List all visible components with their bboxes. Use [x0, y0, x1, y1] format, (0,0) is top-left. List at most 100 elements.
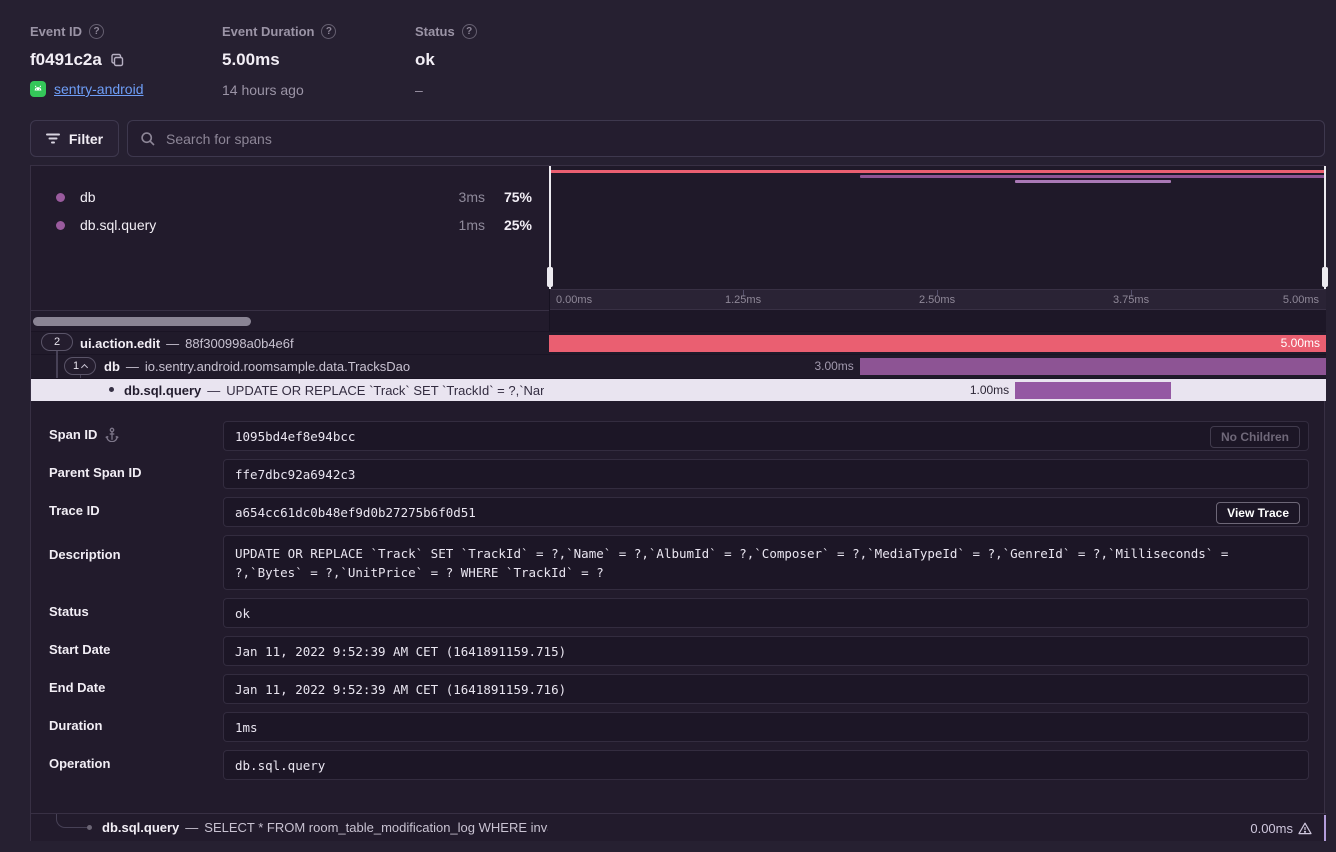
span-op: ui.action.edit	[80, 336, 160, 351]
detail-value-duration: 1ms	[223, 712, 1309, 742]
axis-tick-label: 0.00ms	[556, 294, 592, 306]
status-value: ok	[415, 50, 435, 70]
event-id-section: Event ID ? f0491c2a s	[30, 24, 144, 97]
span-row-db[interactable]: db — io.sentry.android.roomsample.data.T…	[31, 354, 1326, 378]
minimap-right-handle[interactable]	[1324, 166, 1326, 289]
event-duration-section: Event Duration ? 5.00ms 14 hours ago	[222, 24, 336, 98]
minimap-span-line	[1015, 180, 1170, 183]
span-duration-label: 1.00ms	[949, 383, 1009, 397]
search-icon	[140, 131, 156, 147]
detail-label-span-id: Span ID	[49, 427, 119, 442]
legend-item[interactable]: db.sql.query 1ms 25%	[31, 216, 549, 234]
span-duration-bar[interactable]: 5.00ms	[549, 335, 1326, 352]
filter-button-label: Filter	[69, 131, 103, 147]
span-search	[127, 120, 1325, 157]
filter-icon	[46, 133, 60, 144]
time-axis: 0.00ms 1.25ms 2.50ms 3.75ms 5.00ms	[549, 289, 1326, 310]
span-duration-label: 5.00ms	[1281, 336, 1320, 350]
span-sep: —	[185, 820, 198, 835]
span-duration-label: 0.00ms	[1250, 821, 1293, 836]
event-age: 14 hours ago	[222, 82, 336, 98]
legend-item[interactable]: db 3ms 75%	[31, 188, 549, 206]
warning-icon	[1298, 822, 1312, 835]
span-desc: UPDATE OR REPLACE `Track` SET `TrackId` …	[226, 383, 544, 398]
axis-tick-label: 5.00ms	[1283, 294, 1319, 306]
filter-button[interactable]: Filter	[30, 120, 119, 157]
copy-icon[interactable]	[110, 53, 125, 68]
detail-value-end-date: Jan 11, 2022 9:52:39 AM CET (1641891159.…	[223, 674, 1309, 704]
tree-scrollbar-track	[31, 310, 549, 331]
detail-value-span-id: 1095bd4ef8e94bcc No Children	[223, 421, 1309, 451]
span-children-badge[interactable]: 2	[41, 333, 73, 351]
horizontal-scrollbar[interactable]	[33, 317, 251, 326]
span-duration-bar[interactable]	[1015, 382, 1170, 399]
legend-percent: 25%	[490, 217, 532, 233]
legend-duration: 1ms	[425, 217, 485, 233]
event-duration-value: 5.00ms	[222, 50, 280, 70]
detail-value-operation: db.sql.query	[223, 750, 1309, 780]
timeline-gutter	[549, 310, 1326, 331]
project-link[interactable]: sentry-android	[54, 81, 144, 97]
span-sep: —	[207, 383, 220, 398]
span-sep: —	[166, 336, 179, 351]
detail-label-end-date: End Date	[49, 680, 105, 695]
status-sub: –	[415, 82, 477, 98]
help-icon[interactable]: ?	[321, 24, 336, 39]
help-icon[interactable]: ?	[89, 24, 104, 39]
status-section: Status ? ok –	[415, 24, 477, 98]
span-duration-label: 3.00ms	[794, 359, 854, 373]
span-desc: 88f300998a0b4e6f	[185, 336, 293, 351]
event-duration-label: Event Duration	[222, 24, 314, 39]
span-op: db	[104, 359, 120, 374]
children-count: 2	[54, 336, 60, 348]
detail-value-description: UPDATE OR REPLACE `Track` SET `TrackId` …	[223, 535, 1309, 590]
span-desc: io.sentry.android.roomsample.data.Tracks…	[145, 359, 410, 374]
span-sep: —	[126, 359, 139, 374]
status-label: Status	[415, 24, 455, 39]
android-platform-icon	[30, 81, 46, 97]
minimap-span-line	[860, 175, 1326, 178]
minimap-span-line	[549, 170, 1326, 173]
span-row-db-sql-query-select[interactable]: db.sql.query — SELECT * FROM room_table_…	[31, 813, 1326, 841]
span-desc: SELECT * FROM room_table_modification_lo…	[204, 820, 548, 835]
detail-value-parent-span-id: ffe7dbc92a6942c3	[223, 459, 1309, 489]
legend-duration: 3ms	[425, 189, 485, 205]
anchor-icon[interactable]	[105, 427, 119, 442]
trace-waterfall-panel: db 3ms 75% db.sql.query 1ms 25% 0.00ms 1…	[30, 165, 1325, 841]
axis-tick-label: 3.75ms	[1113, 294, 1149, 306]
event-id-value: f0491c2a	[30, 50, 102, 70]
help-icon[interactable]: ?	[462, 24, 477, 39]
span-duration-bar[interactable]	[860, 358, 1326, 375]
detail-label-duration: Duration	[49, 718, 102, 733]
detail-label-start-date: Start Date	[49, 642, 110, 657]
axis-tick-label: 2.50ms	[919, 294, 955, 306]
detail-value-trace-id: a654cc61dc0b48ef9d0b27275b6f0d51 View Tr…	[223, 497, 1309, 527]
span-op: db.sql.query	[102, 820, 179, 835]
span-detail-page: Event ID ? f0491c2a s	[0, 0, 1336, 852]
legend-op: db.sql.query	[80, 217, 156, 233]
span-row-db-sql-query-selected[interactable]: db.sql.query — UPDATE OR REPLACE `Track`…	[31, 378, 1326, 401]
view-trace-button[interactable]: View Trace	[1216, 502, 1300, 524]
detail-value-start-date: Jan 11, 2022 9:52:39 AM CET (1641891159.…	[223, 636, 1309, 666]
op-color-dot	[56, 193, 65, 202]
no-children-badge: No Children	[1210, 426, 1300, 448]
event-id-label: Event ID	[30, 24, 82, 39]
legend-percent: 75%	[490, 189, 532, 205]
trace-minimap[interactable]	[549, 166, 1326, 289]
detail-label-description: Description	[49, 547, 121, 562]
detail-value-status: ok	[223, 598, 1309, 628]
detail-label-trace-id: Trace ID	[49, 503, 100, 518]
search-input[interactable]	[166, 131, 1312, 147]
tree-connector	[56, 814, 88, 828]
span-expand-badge[interactable]: 1	[64, 357, 96, 375]
span-row-ui-action-edit[interactable]: ui.action.edit — 88f300998a0b4e6f 5.00ms	[31, 331, 1326, 354]
detail-label-status: Status	[49, 604, 89, 619]
span-op: db.sql.query	[124, 383, 201, 398]
detail-label-parent-span-id: Parent Span ID	[49, 465, 141, 480]
op-color-dot	[56, 221, 65, 230]
minimap-left-handle[interactable]	[549, 166, 551, 289]
legend-op: db	[80, 189, 96, 205]
axis-tick-label: 1.25ms	[725, 294, 761, 306]
tree-leaf-dot	[109, 387, 114, 392]
children-count: 1	[73, 360, 79, 372]
